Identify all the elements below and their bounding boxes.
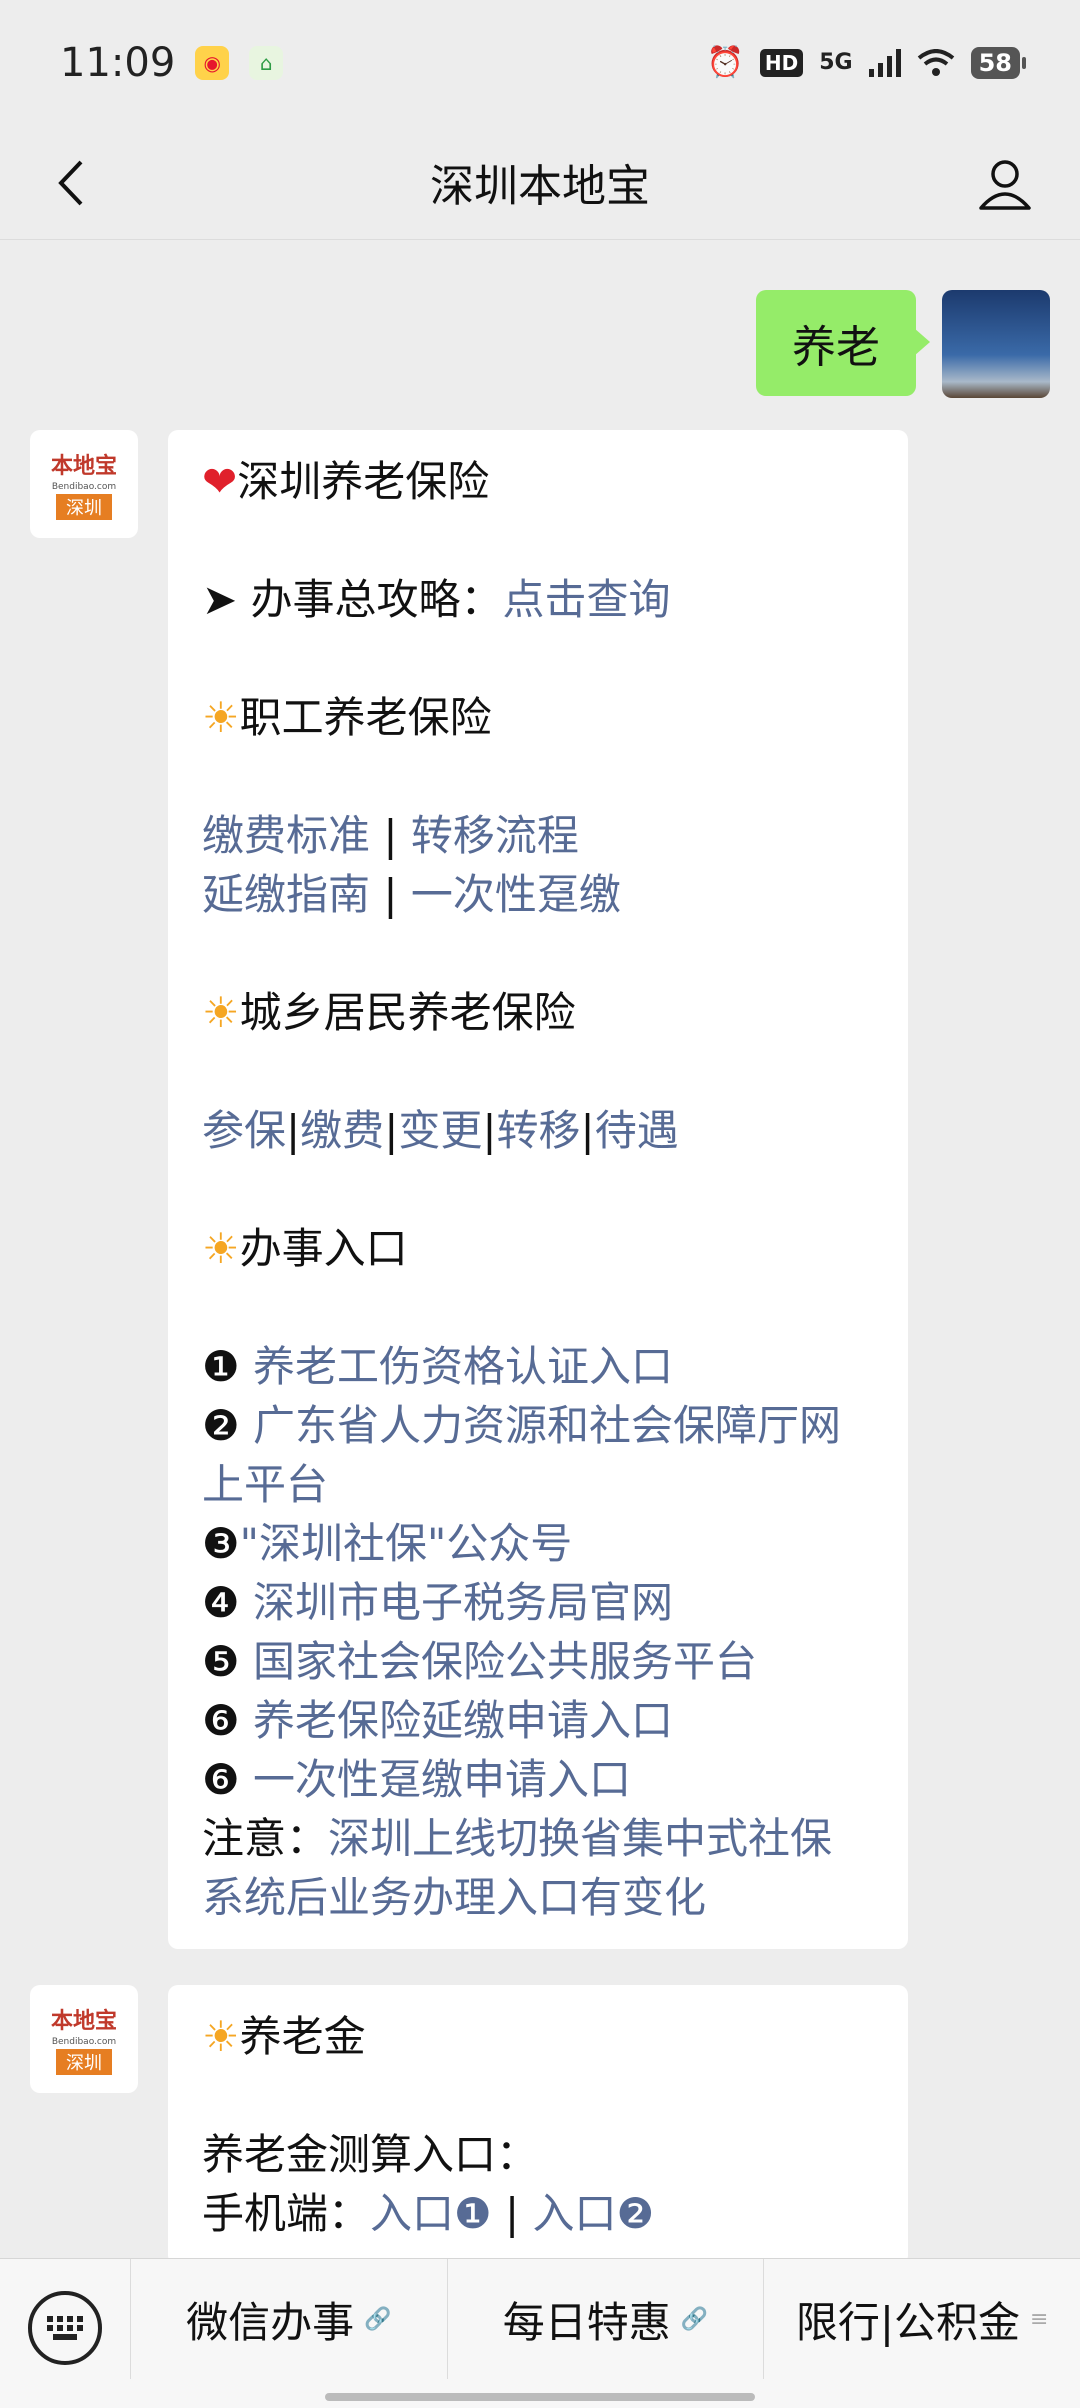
outgoing-message-row: 养老 [756, 290, 1050, 398]
home-indicator[interactable] [325, 2393, 755, 2401]
incoming-message-row: 本地宝 Bendibao.com 深圳 ☀养老金 养老金测算入口： 手机端：入口… [30, 1985, 908, 2258]
section-heading: 办事入口 [239, 1224, 408, 1273]
sun-icon: ☀ [202, 1224, 240, 1273]
entry-number: ❷ [202, 1401, 240, 1450]
bot-avatar[interactable]: 本地宝 Bendibao.com 深圳 [30, 1985, 138, 2093]
menu-item-wechat-service[interactable]: 微信办事 🔗 [130, 2259, 447, 2379]
note-prefix: 注意： [202, 1814, 329, 1863]
entry-number: ❸ [202, 1519, 240, 1568]
avatar-logo-text: 本地宝 [50, 454, 117, 479]
outgoing-message-bubble[interactable]: 养老 [756, 290, 930, 396]
hd-badge: HD [759, 48, 804, 77]
avatar-sub-text: Bendibao.com [51, 482, 117, 492]
profile-button[interactable] [970, 149, 1040, 219]
entry-link[interactable]: "深圳社保"公众号 [240, 1519, 573, 1568]
alarm-icon: ⏰ [706, 45, 744, 80]
avatar-city-text: 深圳 [56, 494, 112, 520]
wifi-icon [917, 48, 954, 76]
menu-item-label: 限行|公积金 [795, 2297, 1021, 2347]
entry-number: ❻ [202, 1696, 240, 1745]
avatar-city-text: 深圳 [56, 2049, 112, 2075]
menu-item-label: 每日特惠 [502, 2297, 671, 2347]
guide-prefix: ➤ 办事总攻略： [202, 575, 503, 624]
entry-link[interactable]: 国家社会保险公共服务平台 [253, 1637, 757, 1686]
entry-number: ❶ [202, 1342, 240, 1391]
chat-area[interactable]: 养老 本地宝 Bendibao.com 深圳 ❤深圳养老保险 ➤ 办事总攻略：点… [0, 240, 1080, 2258]
entry-link[interactable]: 养老工伤资格认证入口 [253, 1342, 673, 1391]
back-button[interactable] [40, 153, 100, 213]
chevron-left-icon [58, 160, 83, 206]
signal-icon [868, 48, 901, 77]
avatar-sub-text: Bendibao.com [51, 2037, 117, 2047]
network-label: 5G [819, 50, 853, 75]
entry-number: ❺ [202, 1637, 240, 1686]
weibo-icon: ◉ [195, 45, 230, 80]
entry-link[interactable]: 一次性趸缴申请入口 [253, 1755, 631, 1804]
battery-indicator: 58 [970, 46, 1027, 79]
sun-icon: ☀ [202, 693, 240, 742]
entry-link[interactable]: 深圳市电子税务局官网 [253, 1578, 673, 1627]
page-title: 深圳本地宝 [430, 161, 650, 212]
link-icon: 🔗 [364, 2306, 392, 2332]
menu-item-label: 微信办事 [186, 2297, 355, 2347]
entry-link-2[interactable]: 入口❷ [533, 2189, 655, 2238]
menu-items: 微信办事 🔗 每日特惠 🔗 限行|公积金 ≡ [130, 2259, 1080, 2379]
entry-link-1[interactable]: 入口❶ [370, 2189, 492, 2238]
note-link[interactable]: 系统后业务办理入口有变化 [202, 1873, 706, 1922]
message-title: 深圳养老保险 [237, 457, 490, 506]
outgoing-message-text: 养老 [792, 322, 880, 373]
calc-label: 养老金测算入口： [202, 2130, 539, 2179]
menu-list-icon: ≡ [1030, 2306, 1049, 2332]
menu-item-traffic-fund[interactable]: 限行|公积金 ≡ [763, 2259, 1080, 2379]
bot-avatar[interactable]: 本地宝 Bendibao.com 深圳 [30, 430, 138, 538]
incoming-message-row: 本地宝 Bendibao.com 深圳 ❤深圳养老保险 ➤ 办事总攻略：点击查询… [30, 430, 908, 1949]
incoming-message-bubble[interactable]: ☀养老金 养老金测算入口： 手机端：入口❶ | 入口❷ [168, 1985, 908, 2258]
entry-number: ❻ [202, 1755, 240, 1804]
service-menu-bar: 微信办事 🔗 每日特惠 🔗 限行|公积金 ≡ [0, 2258, 1080, 2408]
status-bar: 11:09 ◉ ⌂ ⏰ HD 5G 58 [0, 0, 1080, 125]
link-extension-guide[interactable]: 延缴指南 [202, 870, 370, 919]
section-heading: 养老金 [239, 2012, 366, 2061]
status-time: 11:09 [60, 39, 176, 86]
link-icon: 🔗 [680, 2306, 709, 2332]
user-icon [979, 160, 1031, 210]
heart-icon: ❤ [202, 457, 238, 506]
entry-link[interactable]: 上平台 [202, 1460, 328, 1509]
link-payment-standard[interactable]: 缴费标准 [202, 811, 370, 860]
menu-item-daily-deals[interactable]: 每日特惠 🔗 [446, 2259, 764, 2379]
section-heading: 城乡居民养老保险 [239, 988, 576, 1037]
home-app-icon: ⌂ [249, 45, 284, 80]
section-heading: 职工养老保险 [239, 693, 492, 742]
guide-link[interactable]: 点击查询 [503, 575, 671, 624]
mobile-label: 手机端： [202, 2189, 371, 2238]
incoming-message-bubble[interactable]: ❤深圳养老保险 ➤ 办事总攻略：点击查询 ☀职工养老保险 缴费标准 | 转移流程… [168, 430, 908, 1949]
link-benefits[interactable]: 待遇 [595, 1106, 679, 1155]
sun-icon: ☀ [202, 988, 240, 1037]
avatar-logo-text: 本地宝 [50, 2009, 117, 2034]
sun-icon: ☀ [202, 2012, 240, 2061]
keyboard-toggle-button[interactable] [28, 2291, 102, 2365]
self-avatar[interactable] [942, 290, 1050, 398]
keyboard-icon [47, 2316, 83, 2340]
chat-header: 深圳本地宝 [0, 125, 1080, 240]
entry-link[interactable]: 养老保险延缴申请入口 [253, 1696, 673, 1745]
link-lump-sum[interactable]: 一次性趸缴 [411, 870, 621, 919]
entry-number: ❹ [202, 1578, 240, 1627]
entry-link[interactable]: 广东省人力资源和社会保障厅网 [253, 1401, 841, 1450]
link-transfer-process[interactable]: 转移流程 [411, 811, 579, 860]
note-link[interactable]: 深圳上线切换省集中式社保 [328, 1814, 832, 1863]
link-payment[interactable]: 缴费 [300, 1106, 384, 1155]
link-enroll[interactable]: 参保 [202, 1106, 286, 1155]
link-transfer[interactable]: 转移 [497, 1106, 581, 1155]
link-change[interactable]: 变更 [398, 1106, 482, 1155]
